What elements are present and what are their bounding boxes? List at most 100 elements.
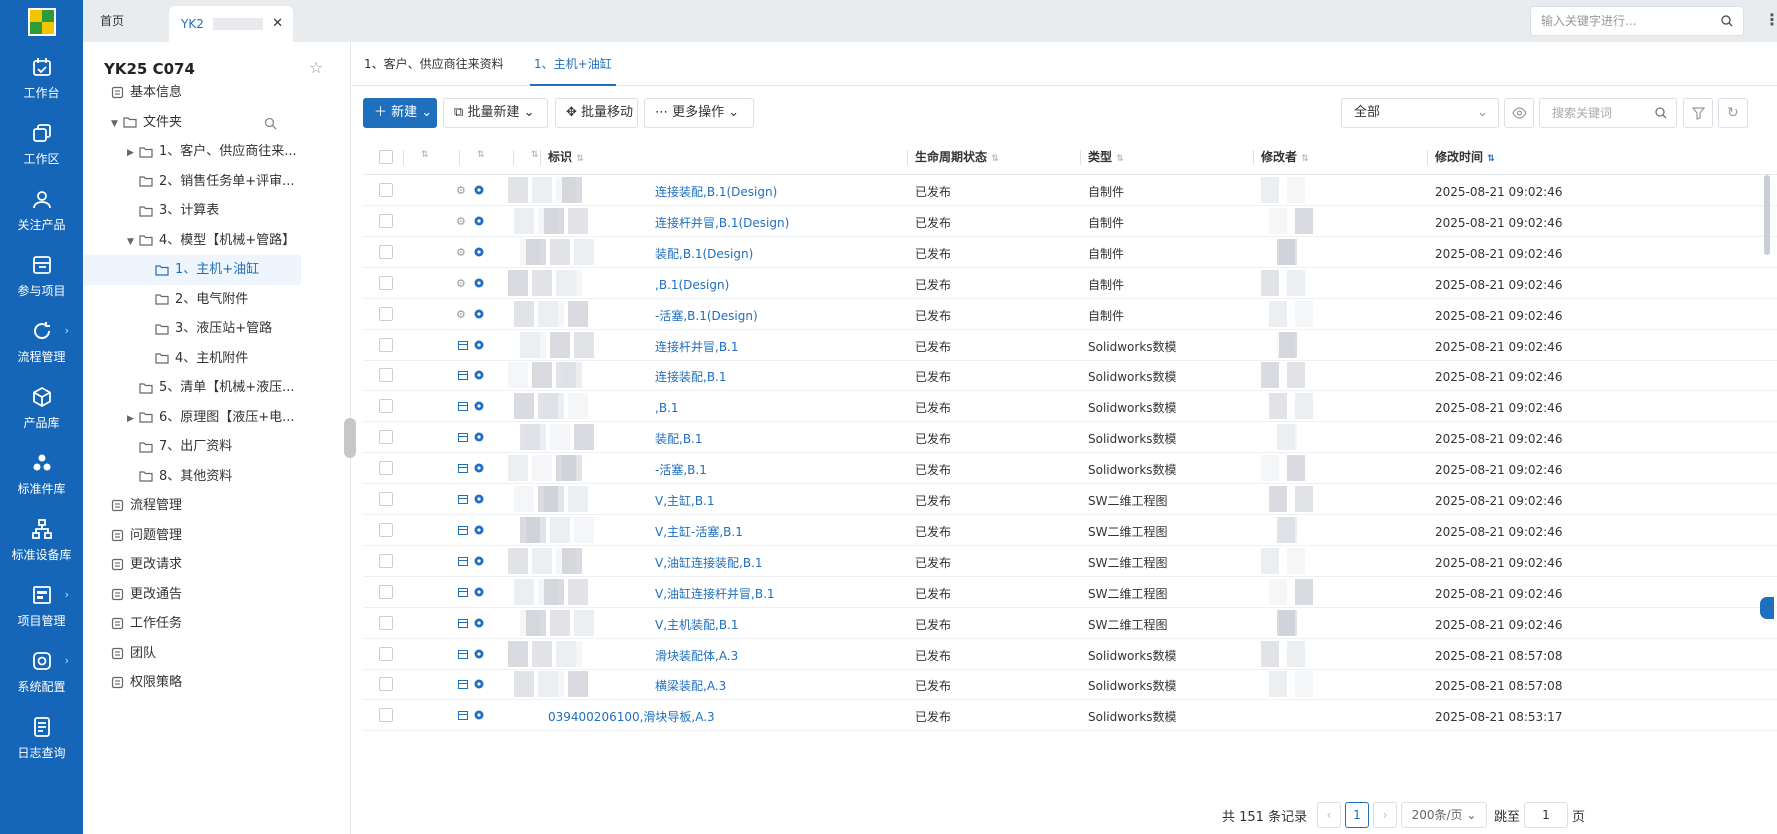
row-identifier-link[interactable]: ,B.1(Design): [655, 268, 729, 303]
new-button[interactable]: ＋ 新建 ⌄: [363, 98, 437, 128]
row-checkbox[interactable]: [379, 584, 393, 599]
table-scrollbar[interactable]: [1764, 175, 1770, 255]
tab-home[interactable]: 首页: [100, 0, 124, 42]
nav-item-5[interactable]: 产品库: [0, 386, 83, 452]
row-checkbox[interactable]: [379, 275, 393, 290]
next-page-button[interactable]: ›: [1373, 802, 1397, 828]
close-icon[interactable]: ✕: [272, 6, 283, 42]
batch-move-button[interactable]: ✥ 批量移动: [555, 98, 638, 128]
more-vertical-icon[interactable]: ⋮: [1764, 10, 1777, 29]
table-row[interactable]: ⚙ -活塞,B.1(Design) 已发布 自制件 2025-08-21 09:02:4…: [363, 299, 1777, 330]
global-search-input[interactable]: 输入关键字进行...: [1530, 6, 1744, 36]
row-checkbox[interactable]: [379, 677, 393, 692]
table-row[interactable]: V,主缸,B.1 已发布 SW二维工程图 2025-08-21 09:02:46: [363, 484, 1777, 515]
row-identifier-link[interactable]: ,B.1: [655, 391, 679, 426]
nav-item-0[interactable]: 工作台: [0, 56, 83, 122]
table-row[interactable]: V,主机装配,B.1 已发布 SW二维工程图 2025-08-21 09:02:46: [363, 608, 1777, 639]
row-checkbox[interactable]: [379, 615, 393, 630]
table-row[interactable]: ⚙ 连接装配,B.1(Design) 已发布 自制件 2025-08-21 09:02:…: [363, 175, 1777, 206]
tree-item[interactable]: ▶ 6、原理图【液压+电...: [83, 403, 301, 433]
row-identifier-link[interactable]: V,主缸,B.1: [655, 484, 715, 519]
side-float-button[interactable]: [1760, 597, 1774, 619]
row-checkbox[interactable]: [379, 337, 393, 352]
row-checkbox[interactable]: [379, 461, 393, 476]
tree-item[interactable]: 8、其他资料: [83, 462, 301, 492]
sort-icon[interactable]: ⇅: [991, 154, 999, 164]
tree-item[interactable]: 4、主机附件: [83, 344, 301, 374]
filter-button[interactable]: [1683, 98, 1713, 128]
row-identifier-link[interactable]: 039400206100,滑块导板,A.3: [548, 700, 715, 735]
more-actions-button[interactable]: ⋯ 更多操作 ⌄: [644, 98, 754, 128]
column-header[interactable]: 标识 ⇅: [548, 140, 584, 175]
row-identifier-link[interactable]: 连接杆并冒,B.1: [655, 330, 739, 365]
sort-icon[interactable]: ⇅: [531, 150, 539, 160]
row-identifier-link[interactable]: -活塞,B.1: [655, 453, 707, 488]
table-row[interactable]: V,主缸-活塞,B.1 已发布 SW二维工程图 2025-08-21 09:02:46: [363, 515, 1777, 546]
search-icon[interactable]: [1655, 107, 1667, 119]
row-checkbox[interactable]: [379, 213, 393, 228]
page-size-select[interactable]: 200条/页 ⌄: [1401, 802, 1487, 828]
row-checkbox[interactable]: [379, 306, 393, 321]
sort-icon[interactable]: ⇅: [477, 150, 485, 160]
row-checkbox[interactable]: [379, 522, 393, 537]
column-header[interactable]: 生命周期状态 ⇅: [915, 140, 999, 175]
subtab-main-cylinder[interactable]: 1、主机+油缸: [530, 42, 616, 86]
table-row[interactable]: ⚙ 连接杆并冒,B.1(Design) 已发布 自制件 2025-08-21 09:02…: [363, 206, 1777, 237]
row-checkbox[interactable]: [379, 399, 393, 414]
filter-select[interactable]: 全部 ⌄: [1341, 98, 1499, 128]
table-search-input[interactable]: 搜索关键词: [1539, 98, 1677, 128]
nav-item-4[interactable]: 流程管理 ›: [0, 320, 83, 386]
table-row[interactable]: V,油缸连接装配,B.1 已发布 SW二维工程图 2025-08-21 09:02:4…: [363, 546, 1777, 577]
sort-icon[interactable]: ⇅: [421, 150, 429, 160]
caret-down-icon[interactable]: ▼: [111, 109, 123, 139]
row-identifier-link[interactable]: V,油缸连接杆并冒,B.1: [655, 577, 775, 612]
tree-item[interactable]: 7、出厂资料: [83, 432, 301, 462]
refresh-button[interactable]: ↻: [1718, 98, 1748, 128]
table-row[interactable]: 039400206100,滑块导板,A.3 已发布 Solidworks数模 2025…: [363, 700, 1777, 732]
row-identifier-link[interactable]: V,主机装配,B.1: [655, 608, 739, 643]
nav-item-3[interactable]: 参与项目: [0, 254, 83, 320]
tree-item[interactable]: ▶ 1、客户、供应商往来...: [83, 137, 301, 167]
table-row[interactable]: ,B.1 已发布 Solidworks数模 2025-08-21 09:02:46: [363, 391, 1777, 423]
table-row[interactable]: V,油缸连接杆并冒,B.1 已发布 SW二维工程图 2025-08-21 09:02:…: [363, 577, 1777, 608]
column-header[interactable]: 修改者 ⇅: [1261, 140, 1309, 175]
row-checkbox[interactable]: [379, 553, 393, 568]
sort-icon[interactable]: ⇅: [1116, 154, 1124, 164]
search-icon[interactable]: [264, 117, 277, 130]
tree-item[interactable]: 2、销售任务单+评审...: [83, 167, 301, 197]
row-identifier-link[interactable]: 连接杆并冒,B.1(Design): [655, 206, 789, 241]
nav-item-2[interactable]: 关注产品: [0, 188, 83, 254]
row-identifier-link[interactable]: -活塞,B.1(Design): [655, 299, 758, 334]
nav-item-1[interactable]: 工作区: [0, 122, 83, 188]
table-row[interactable]: -活塞,B.1 已发布 Solidworks数模 2025-08-21 09:02:4…: [363, 453, 1777, 485]
nav-item-6[interactable]: 标准件库: [0, 452, 83, 518]
row-checkbox[interactable]: [379, 708, 393, 723]
tree-item[interactable]: 3、计算表: [83, 196, 301, 226]
nav-item-9[interactable]: 系统配置 ›: [0, 650, 83, 716]
table-row[interactable]: 滑块装配体,A.3 已发布 Solidworks数模 2025-08-21 08:57…: [363, 639, 1777, 670]
row-identifier-link[interactable]: 连接装配,B.1(Design): [655, 175, 777, 210]
subtab-customer[interactable]: 1、客户、供应商往来资料: [364, 42, 504, 86]
select-all-checkbox[interactable]: [379, 150, 393, 164]
tree-item[interactable]: 流程管理: [83, 491, 301, 521]
eye-toggle[interactable]: [1504, 98, 1534, 128]
row-identifier-link[interactable]: V,油缸连接装配,B.1: [655, 546, 763, 581]
tree-item[interactable]: 更改通告: [83, 580, 301, 610]
row-identifier-link[interactable]: 滑块装配体,A.3: [655, 639, 738, 674]
table-row[interactable]: 横梁装配,A.3 已发布 Solidworks数模 2025-08-21 08:57:…: [363, 669, 1777, 701]
caret-down-icon[interactable]: ▼: [127, 227, 139, 257]
tree-item[interactable]: 5、清单【机械+液压...: [83, 373, 301, 403]
tree-item[interactable]: 1、主机+油缸: [83, 255, 301, 285]
prev-page-button[interactable]: ‹: [1317, 802, 1341, 828]
jump-input[interactable]: 1: [1524, 802, 1568, 828]
row-identifier-link[interactable]: 装配,B.1: [655, 422, 703, 457]
nav-item-8[interactable]: 项目管理 ›: [0, 584, 83, 650]
table-row[interactable]: ⚙ ,B.1(Design) 已发布 自制件 2025-08-21 09:02:46: [363, 268, 1777, 299]
tree-item[interactable]: 2、电气附件: [83, 285, 301, 315]
star-icon[interactable]: ☆: [309, 58, 323, 77]
tree-item[interactable]: ▼ 4、模型【机械+管路】: [83, 226, 301, 256]
tree-item[interactable]: 权限策略: [83, 668, 301, 698]
row-checkbox[interactable]: [379, 183, 393, 197]
nav-item-7[interactable]: 标准设备库: [0, 518, 83, 584]
row-checkbox[interactable]: [379, 368, 393, 383]
